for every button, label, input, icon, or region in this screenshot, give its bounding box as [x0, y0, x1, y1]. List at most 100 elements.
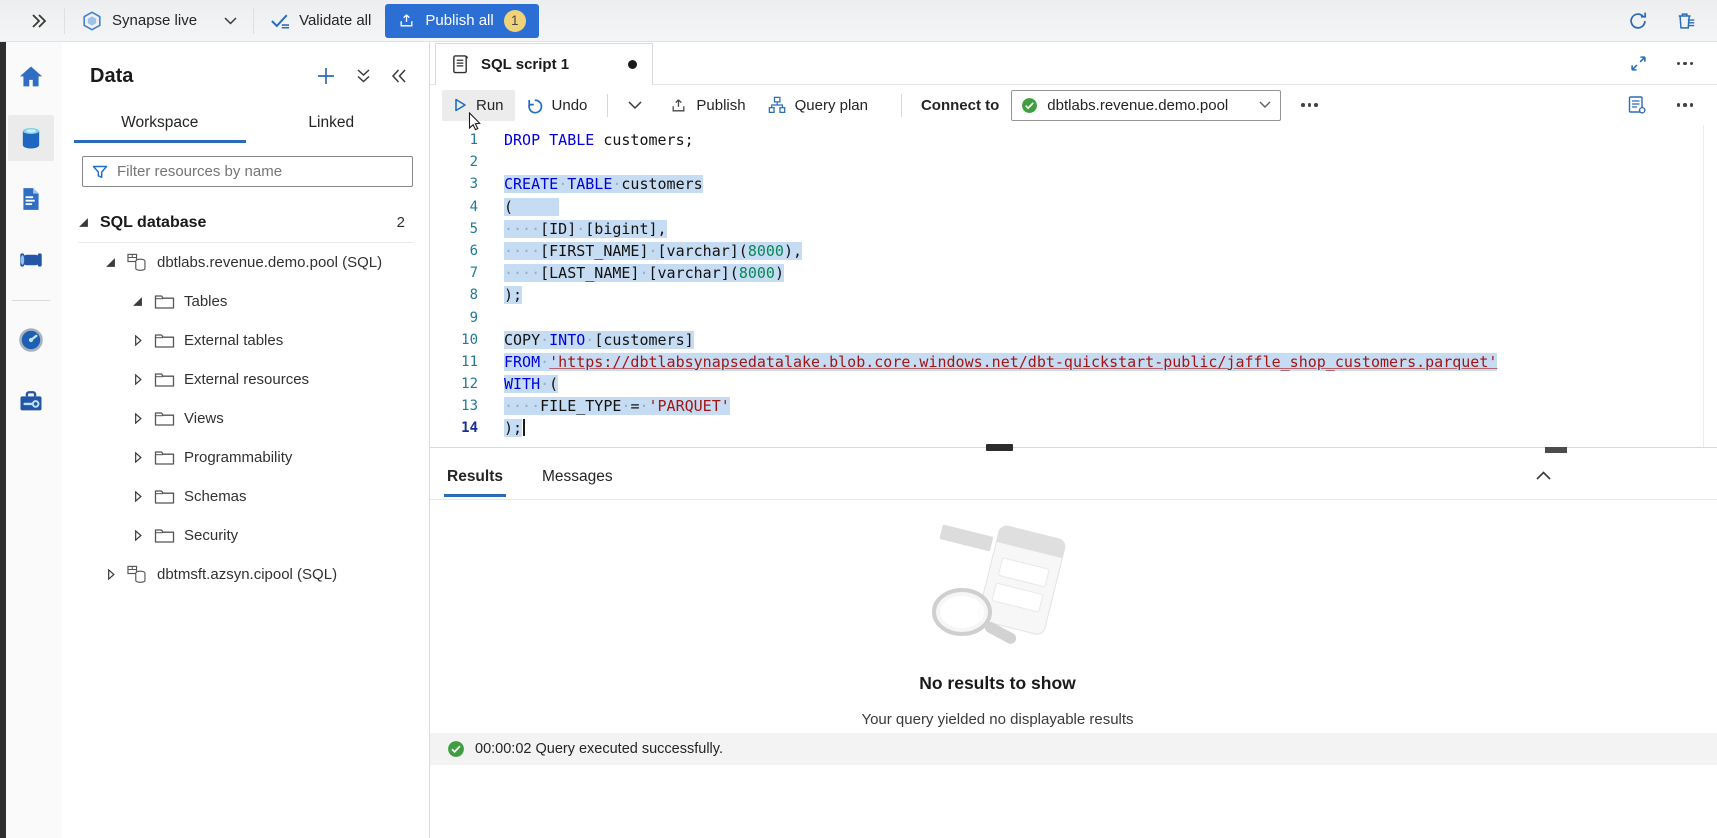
validate-all-label: Validate all: [299, 12, 371, 29]
toolbar-separator: [607, 94, 608, 117]
tree-item-programmability[interactable]: Programmability: [62, 438, 429, 477]
caret-collapsed-icon[interactable]: [132, 413, 143, 424]
monitor-icon: [17, 326, 45, 354]
line-number: 13: [430, 395, 478, 417]
tab-more-actions-icon[interactable]: [1677, 62, 1694, 66]
folder-icon: [154, 486, 175, 507]
line-number: 11: [430, 351, 478, 373]
properties-icon[interactable]: [1627, 95, 1647, 115]
collapse-panel-icon[interactable]: [391, 69, 407, 83]
data-panel-title: Data: [90, 65, 133, 88]
line-number: 1: [430, 129, 478, 151]
code-line-12[interactable]: 12WITH·(: [430, 373, 1717, 395]
horizontal-scroll-thumb[interactable]: [1545, 447, 1567, 453]
tree-item-label: External resources: [184, 371, 309, 388]
code-line-9[interactable]: 9: [430, 307, 1717, 329]
filter-input[interactable]: [117, 163, 403, 180]
code-line-3[interactable]: 3CREATE·TABLE·customers: [430, 173, 1717, 195]
caret-collapsed-icon[interactable]: [132, 452, 143, 463]
code-line-14[interactable]: 14);: [430, 417, 1717, 439]
tree-item-external-resources[interactable]: External resources: [62, 360, 429, 399]
double-chevron-down-icon[interactable]: [356, 68, 371, 84]
caret-collapsed-icon[interactable]: [132, 374, 143, 385]
folder-icon: [154, 291, 175, 312]
caret-collapsed-icon[interactable]: [132, 491, 143, 502]
collapse-results-icon[interactable]: [1535, 470, 1552, 481]
query-plan-button[interactable]: Query plan: [757, 89, 879, 121]
mode-switcher[interactable]: Synapse live: [81, 10, 237, 32]
mode-label: Synapse live: [112, 12, 197, 29]
caret-collapsed-icon[interactable]: [132, 335, 143, 346]
topbar-separator: [64, 8, 65, 34]
tree-item-external-tables[interactable]: External tables: [62, 321, 429, 360]
caret-collapsed-icon[interactable]: [132, 530, 143, 541]
code-line-1[interactable]: 1DROP TABLE customers;: [430, 129, 1717, 151]
mouse-cursor: [468, 112, 482, 132]
toolbar-more-icon[interactable]: [1301, 103, 1318, 107]
splitter-handle[interactable]: [986, 444, 1013, 451]
tree-item-dbtlabs-revenue-demo-pool-sql[interactable]: dbtlabs.revenue.demo.pool (SQL): [62, 243, 429, 282]
more-commands-chevron-icon[interactable]: [617, 94, 653, 117]
rail-develop-button[interactable]: [8, 176, 54, 222]
sql-pool-icon: [127, 252, 148, 273]
validate-all-button[interactable]: Validate all: [270, 12, 371, 30]
caret-expanded-icon[interactable]: [78, 217, 89, 228]
editor-more-icon[interactable]: [1677, 103, 1694, 107]
tab-sql-script-1[interactable]: SQL script 1: [435, 43, 653, 85]
tree-item-views[interactable]: Views: [62, 399, 429, 438]
filter-funnel-icon: [92, 164, 108, 180]
code-line-2[interactable]: 2: [430, 151, 1717, 173]
undo-button[interactable]: Undo: [515, 90, 599, 121]
tab-workspace[interactable]: Workspace: [74, 104, 246, 143]
chevron-down-icon[interactable]: [224, 17, 237, 25]
tree-item-label: SQL database: [100, 214, 206, 232]
add-icon[interactable]: [316, 66, 336, 86]
connect-to-label: Connect to: [921, 97, 999, 114]
caret-expanded-icon[interactable]: [132, 296, 143, 307]
publish-button[interactable]: Publish: [659, 90, 756, 121]
tree-item-label: dbtlabs.revenue.demo.pool (SQL): [157, 254, 382, 271]
publish-all-button[interactable]: Publish all 1: [385, 4, 538, 38]
code-line-11[interactable]: 11FROM·'https://dbtlabsynapsedatalake.bl…: [430, 351, 1717, 373]
caret-collapsed-icon[interactable]: [105, 569, 116, 580]
run-play-icon: [453, 98, 467, 112]
expand-editor-icon[interactable]: [1630, 55, 1647, 72]
rail-manage-button[interactable]: [8, 378, 54, 424]
editor-scrollbar[interactable]: [1703, 125, 1717, 447]
delete-icon[interactable]: [1675, 10, 1697, 32]
tree-item-security[interactable]: Security: [62, 516, 429, 555]
line-number: 12: [430, 373, 478, 395]
synapse-logo-icon: [81, 10, 103, 32]
empty-results-state: No results to show Your query yielded no…: [430, 500, 1565, 733]
connection-dropdown[interactable]: dbtlabs.revenue.demo.pool: [1011, 90, 1281, 121]
rail-data-button[interactable]: [8, 115, 54, 161]
tab-linked[interactable]: Linked: [246, 104, 418, 143]
tree-item-count: 2: [397, 214, 405, 231]
code-line-8[interactable]: 8);: [430, 284, 1717, 306]
rail-home-button[interactable]: [8, 54, 54, 100]
line-number: 6: [430, 240, 478, 262]
rail-integrate-button[interactable]: [8, 237, 54, 283]
refresh-icon[interactable]: [1627, 10, 1649, 32]
code-line-10[interactable]: 10COPY·INTO·[customers]: [430, 329, 1717, 351]
code-line-4[interactable]: 4(: [430, 196, 1717, 218]
code-editor[interactable]: 1DROP TABLE customers;23CREATE·TABLE·cus…: [430, 125, 1717, 447]
code-line-6[interactable]: 6····[FIRST_NAME]·[varchar](8000),: [430, 240, 1717, 262]
tab-results[interactable]: Results: [444, 457, 506, 497]
pane-splitter[interactable]: [430, 447, 1717, 455]
tree-item-dbtmsft-azsyn-cipool-sql[interactable]: dbtmsft.azsyn.cipool (SQL): [62, 555, 429, 594]
code-line-5[interactable]: 5····[ID]·[bigint],: [430, 218, 1717, 240]
tree-item-sql-database[interactable]: SQL database 2: [62, 203, 429, 242]
tree-item-tables[interactable]: Tables: [62, 282, 429, 321]
tree-item-schemas[interactable]: Schemas: [62, 477, 429, 516]
code-line-7[interactable]: 7····[LAST_NAME]·[varchar](8000): [430, 262, 1717, 284]
caret-expanded-icon[interactable]: [105, 257, 116, 268]
line-number: 3: [430, 173, 478, 195]
line-number: 8: [430, 284, 478, 306]
tab-messages[interactable]: Messages: [539, 457, 616, 497]
rail-monitor-button[interactable]: [8, 317, 54, 363]
code-line-13[interactable]: 13····FILE_TYPE·=·'PARQUET': [430, 395, 1717, 417]
double-chevron-right-icon[interactable]: [30, 13, 48, 29]
empty-results-subtitle: Your query yielded no displayable result…: [861, 711, 1133, 728]
editor-tab-bar: SQL script 1: [430, 42, 1717, 85]
